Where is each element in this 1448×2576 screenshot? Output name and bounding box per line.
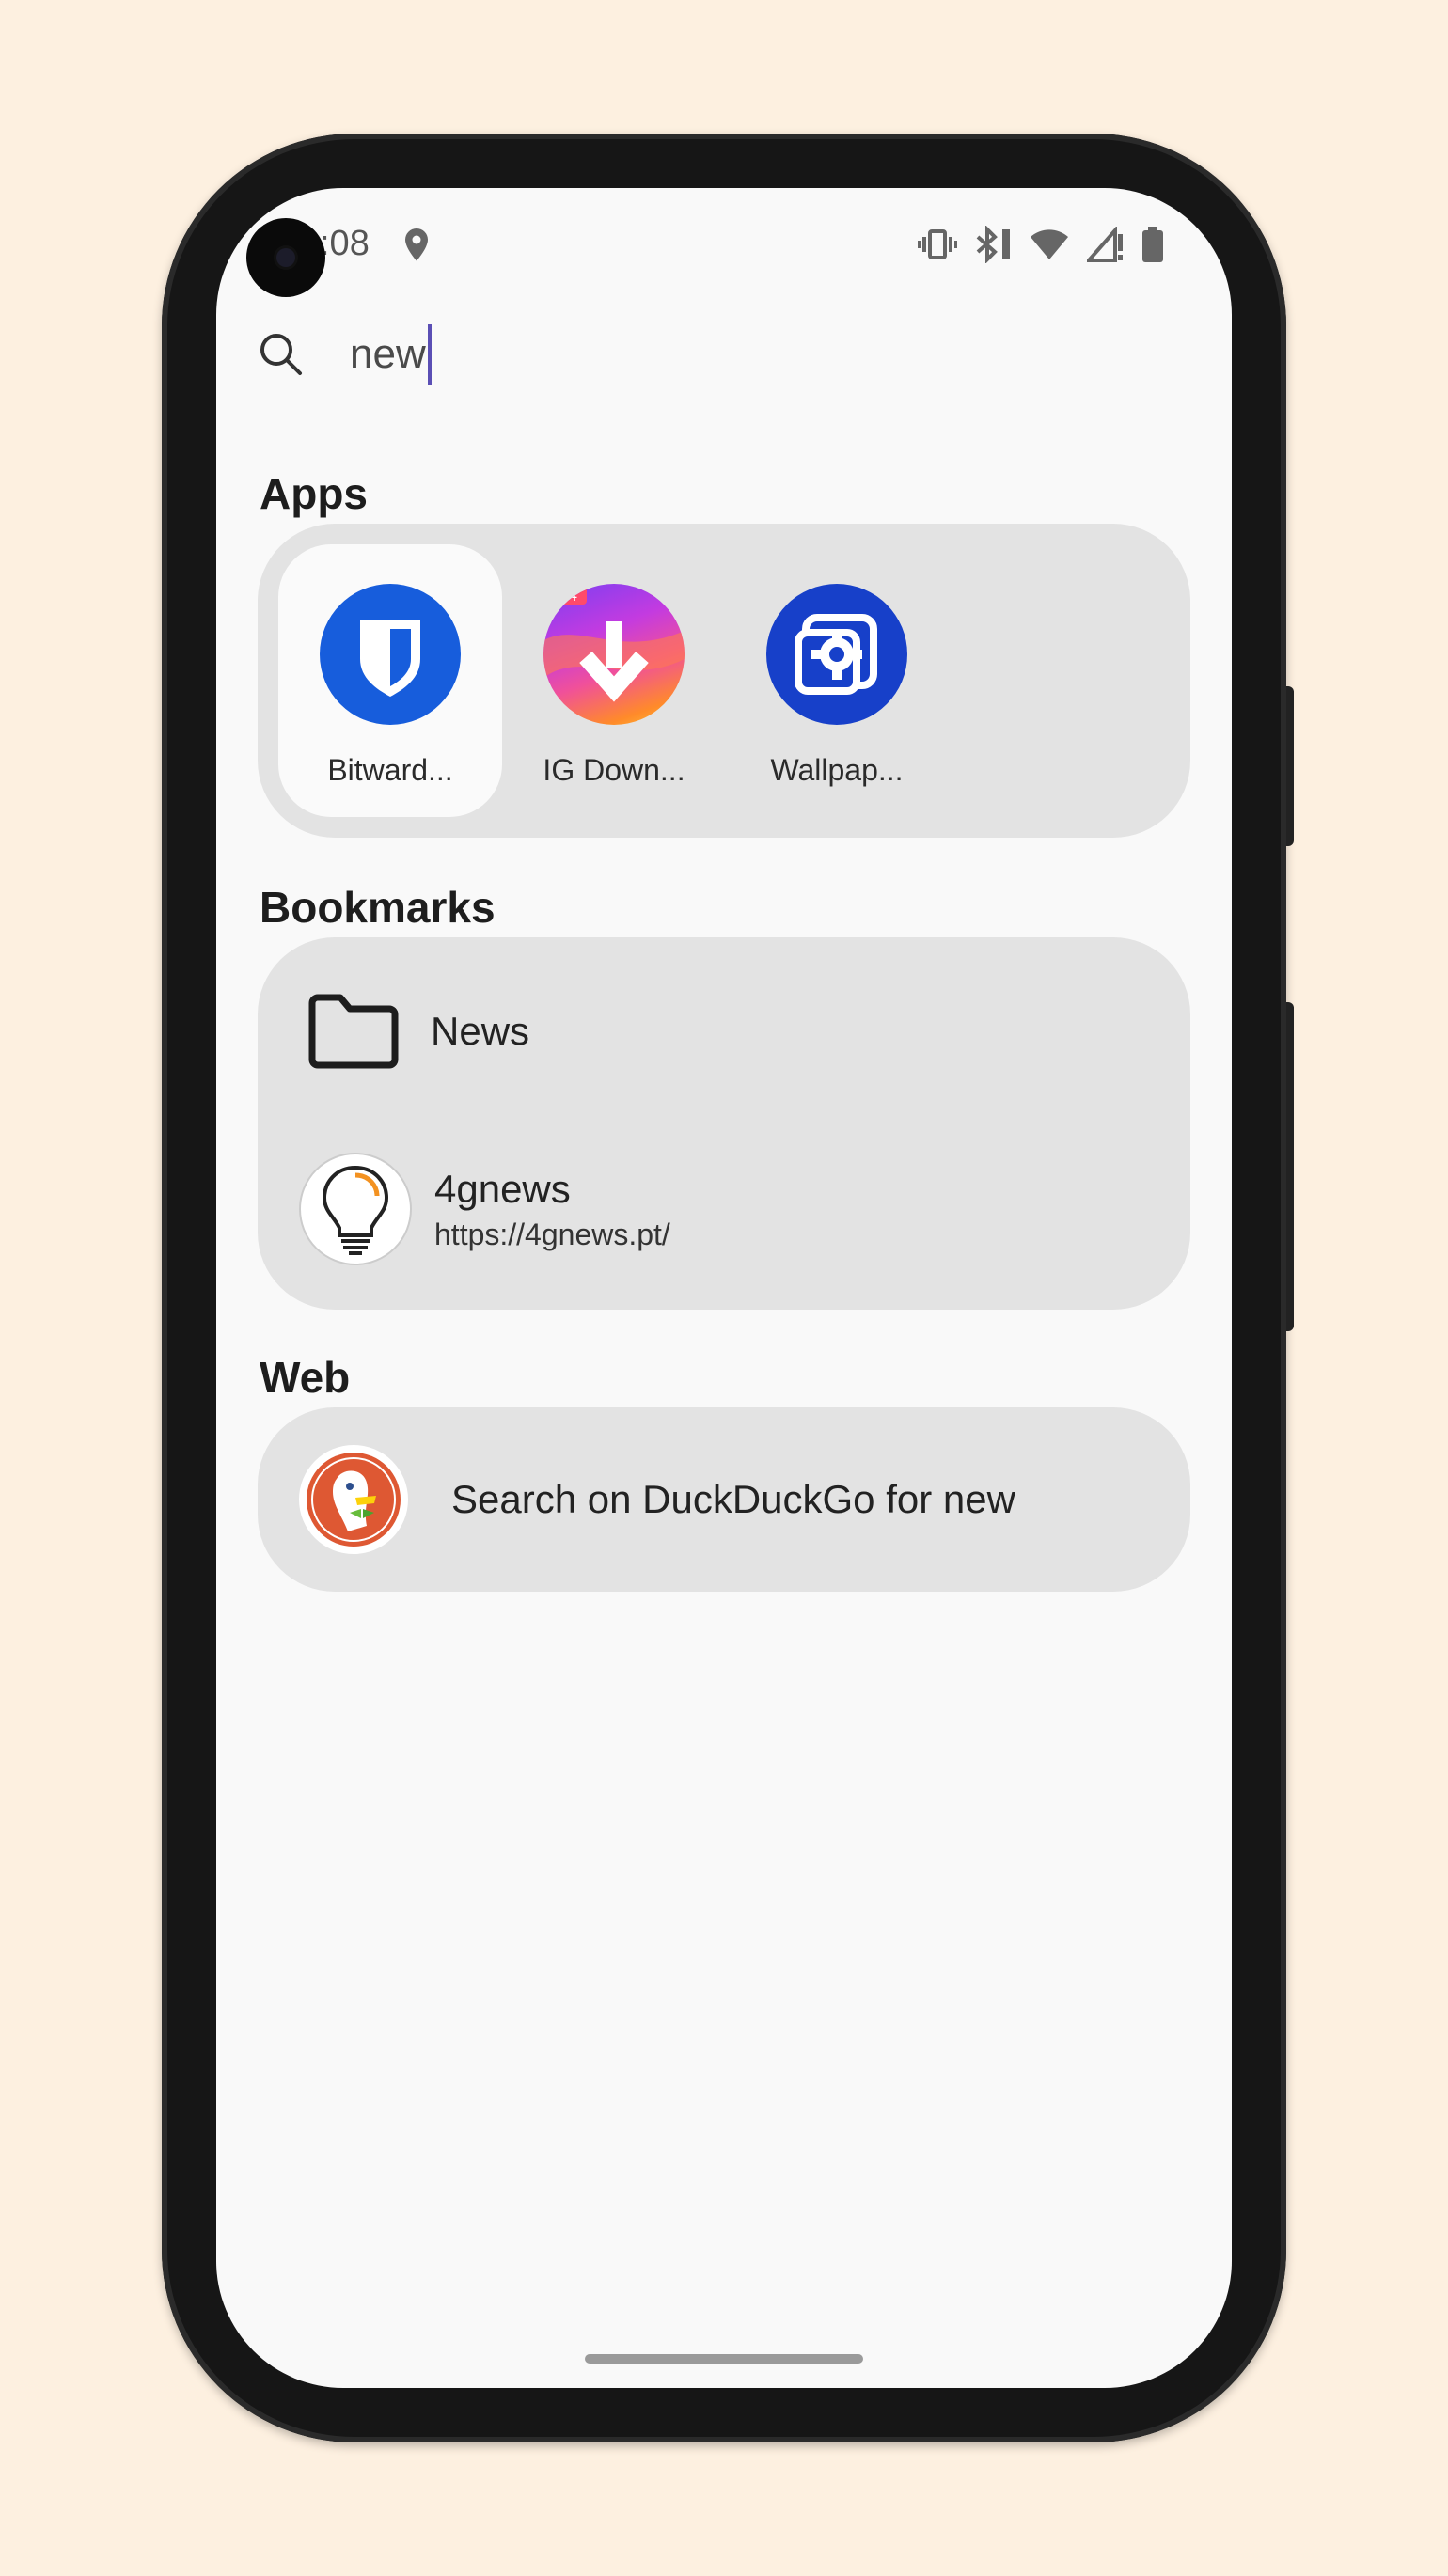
- folder-icon: [308, 994, 399, 1069]
- ig-downloader-icon: 24: [543, 584, 685, 725]
- search-icon[interactable]: [258, 331, 305, 378]
- app-wallpaper[interactable]: Wallpap...: [725, 544, 949, 817]
- bookmark-4gnews[interactable]: 4gnews https://4gnews.pt/: [258, 1153, 1190, 1265]
- search-query: new: [350, 331, 426, 377]
- search-input[interactable]: new: [350, 322, 1102, 387]
- text-cursor: [427, 324, 432, 385]
- apps-card: Bitward... 24 IG Down... Wallpap...: [258, 524, 1190, 838]
- app-ig-downloader[interactable]: 24 IG Down...: [502, 544, 726, 817]
- svg-text:24: 24: [559, 586, 577, 605]
- wifi-icon: [1031, 229, 1068, 259]
- wallpaper-settings-icon: [766, 584, 907, 725]
- web-section-title: Web: [260, 1353, 351, 1402]
- bookmarks-card: News 4gnews https://4gnews.pt/: [258, 937, 1190, 1310]
- web-search-duckduckgo[interactable]: Search on DuckDuckGo for new: [258, 1407, 1190, 1592]
- app-label: Bitward...: [327, 753, 453, 787]
- vibrate-icon: [918, 229, 957, 259]
- signal-icon: [1087, 227, 1123, 262]
- status-icons: [918, 226, 1164, 263]
- bookmark-folder-label: News: [431, 1009, 530, 1053]
- screen: :08 new Apps Bitward... 24 IG Down... Wa…: [216, 188, 1232, 2388]
- front-camera: [246, 218, 325, 297]
- bluetooth-icon: [976, 226, 1010, 263]
- duckduckgo-icon: [299, 1445, 408, 1554]
- bookmark-folder-news[interactable]: News: [258, 984, 1190, 1078]
- app-label: IG Down...: [543, 753, 685, 787]
- status-time: :08: [320, 224, 370, 263]
- lightbulb-icon: [299, 1153, 412, 1265]
- apps-section-title: Apps: [260, 469, 368, 518]
- bookmarks-section-title: Bookmarks: [260, 883, 496, 932]
- app-label: Wallpap...: [770, 753, 904, 787]
- battery-icon: [1142, 227, 1163, 262]
- app-bitwarden[interactable]: Bitward...: [278, 544, 502, 817]
- web-search-label: Search on DuckDuckGo for new: [451, 1477, 1015, 1521]
- bookmark-title: 4gnews: [434, 1166, 571, 1211]
- bookmark-url: https://4gnews.pt/: [434, 1217, 670, 1251]
- location-icon: [405, 228, 428, 261]
- bitwarden-icon: [320, 584, 461, 725]
- home-indicator[interactable]: [585, 2354, 863, 2364]
- volume-button: [1286, 1002, 1294, 1331]
- power-button: [1286, 686, 1294, 846]
